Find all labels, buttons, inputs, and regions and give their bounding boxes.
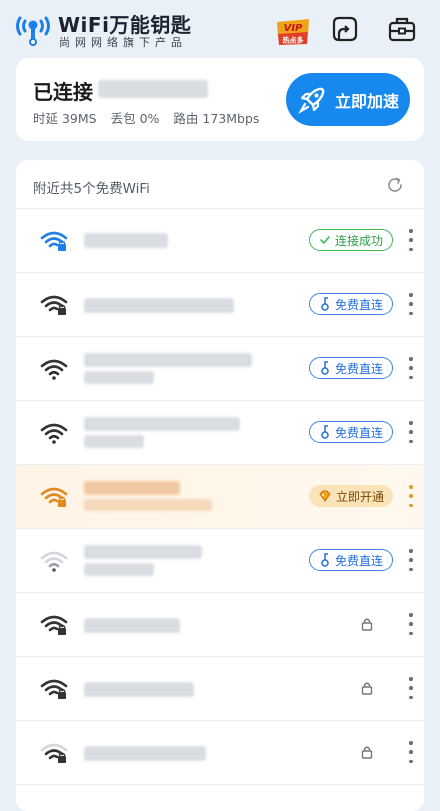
ssid-blurred [84,233,168,248]
key-icon [321,361,329,375]
nearby-wifi-title: 附近共5个免费WiFi [33,181,150,197]
lock-icon [361,746,373,759]
more-options-icon[interactable] [408,357,414,379]
wifi-open-icon [40,423,68,444]
connection-status-card: 已连接 时延 39MS 丢包 0% 路由 173Mbps 立即加速 [16,58,424,141]
badge-label: 免费直连 [334,425,383,440]
status-badge[interactable]: 免费直连 [308,549,393,571]
badge-label: 连接成功 [334,233,383,248]
badge-label: 立即开通 [335,489,384,504]
wifi-list-item-highlighted[interactable]: 立即开通 [16,464,424,529]
lock-icon [361,618,373,631]
lock-icon [361,682,373,695]
status-badge[interactable]: 连接成功 [308,229,393,251]
toolbox-icon[interactable] [387,14,417,44]
packet-loss-text: 丢包 0% [110,111,160,126]
scan-icon[interactable] [330,14,360,44]
ssid-blurred [84,481,180,495]
wifi-locked-icon [40,615,68,635]
nearby-wifi-card: 附近共5个免费WiFi 连接成功 免费直连 免费直连 免费直连 立即开通 免费直… [16,160,424,811]
vip-label: VIP [284,23,303,34]
key-icon [321,297,329,311]
wifi-list-item[interactable]: 免费直连 [16,272,424,337]
ssid-blurred [84,545,202,559]
latency-text: 时延 39MS [33,111,97,126]
status-badge[interactable]: 免费直连 [308,357,393,379]
ssid-blurred [84,353,252,367]
boost-label: 立即加速 [334,91,399,111]
wifi-list-item[interactable]: 免费直连 [16,400,424,465]
route-speed-text: 路由 173Mbps [173,111,260,126]
wifi-locked-icon [40,679,68,699]
more-options-icon[interactable] [408,229,414,251]
wifi-open-icon [40,359,68,380]
vip-gem-icon [319,490,331,502]
wifi-list-item[interactable] [16,720,424,785]
key-icon [321,425,329,439]
wifi-list-item[interactable]: 免费直连 [16,528,424,593]
wifi-list-item[interactable] [16,784,424,811]
status-badge[interactable]: 立即开通 [308,485,393,507]
more-options-icon[interactable] [408,549,414,571]
app-header: WiFi万能钥匙 尚网网络旗下产品 VIP 热点多 [0,0,440,58]
ssid-blurred-line2 [84,499,212,511]
check-icon [320,236,330,245]
connected-ssid-blurred [98,80,208,98]
rocket-icon [298,87,325,114]
ssid-blurred-line2 [84,563,154,576]
wifi-locked-icon [40,743,68,763]
wifi-locked-icon [40,295,68,315]
ssid-blurred [84,618,180,633]
ssid-blurred [84,682,194,697]
more-options-icon[interactable] [408,485,414,507]
key-icon [321,553,329,567]
wifi-list-item[interactable] [16,656,424,721]
wifi-vip-icon [40,487,68,507]
wifi-list-item[interactable]: 连接成功 [16,208,424,273]
refresh-icon[interactable] [386,176,404,194]
status-badge[interactable]: 免费直连 [308,421,393,443]
more-options-icon[interactable] [408,613,414,635]
more-options-icon[interactable] [408,421,414,443]
ssid-blurred-line2 [84,435,144,448]
status-badge[interactable]: 免费直连 [308,293,393,315]
connected-label: 已连接 [33,80,93,104]
boost-button[interactable]: 立即加速 [286,73,410,126]
logo-icon [16,16,50,46]
ssid-blurred-line2 [84,371,154,384]
wifi-connected-icon [40,231,68,251]
ssid-blurred [84,298,234,313]
brand-subtitle: 尚网网络旗下产品 [59,36,187,49]
wifi-list-item[interactable] [16,592,424,657]
badge-label: 免费直连 [334,361,383,376]
ssid-blurred [84,746,206,761]
more-options-icon[interactable] [408,741,414,763]
badge-label: 免费直连 [334,297,383,312]
ssid-blurred [84,417,240,431]
connection-metrics: 时延 39MS 丢包 0% 路由 173Mbps [33,108,273,127]
wifi-list-item[interactable]: 免费直连 [16,336,424,401]
wifi-weak-icon [40,551,68,572]
more-options-icon[interactable] [408,293,414,315]
more-options-icon[interactable] [408,677,414,699]
vip-sub-label: 热点多 [283,36,304,45]
badge-label: 免费直连 [334,553,383,568]
vip-badge-icon[interactable]: VIP 热点多 [275,16,311,46]
